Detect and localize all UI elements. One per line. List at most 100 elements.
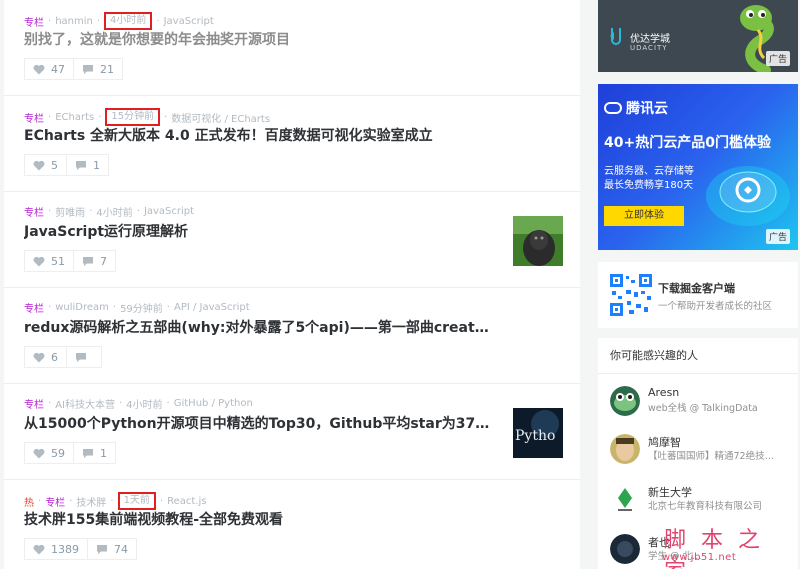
entry-tags[interactable]: React.js	[167, 496, 206, 507]
comment-button[interactable]: 1	[66, 154, 109, 176]
comment-count: 21	[100, 62, 114, 76]
cloud-headline: 40+热门云产品0门槛体验	[604, 135, 771, 151]
user-desc: 【吐蕃国国师】精通72绝技…	[648, 451, 775, 462]
entry-tags[interactable]: GitHub / Python	[174, 398, 253, 409]
like-count: 6	[51, 350, 58, 364]
entry-meta: 专栏 · ECharts · 15分钟前 · 数据可视化 / ECharts	[24, 108, 270, 126]
entry-title[interactable]: 技术胖155集前端视频教程-全部免费观看	[24, 510, 494, 530]
comment-button[interactable]	[66, 346, 102, 368]
cloud-cta-button[interactable]: 立即体验	[604, 206, 684, 226]
cloud-logo-icon	[604, 102, 622, 114]
post-time: 1天前	[117, 492, 156, 510]
like-icon	[33, 64, 45, 74]
like-icon	[33, 448, 45, 458]
user-desc: web全栈 @ TalkingData	[648, 403, 758, 414]
entry-actions: 1389 74	[24, 538, 137, 560]
avatar-aresn[interactable]	[610, 386, 640, 416]
like-icon	[33, 256, 45, 266]
like-button[interactable]: 51	[24, 250, 74, 272]
comment-icon	[83, 64, 93, 74]
column-tag[interactable]: 专栏	[24, 300, 44, 315]
user-name[interactable]: Aresn	[648, 386, 679, 399]
udacity-brand-en: UDACITY	[630, 44, 668, 52]
feed-entry[interactable]: 专栏 · wuliDream · 59分钟前 · API / JavaScript redux…	[4, 288, 580, 384]
recommended-user[interactable]: 新生大学 北京七年教育科技有限公司	[610, 484, 790, 518]
comment-count: 74	[114, 542, 128, 556]
entry-meta: 专栏 · 剪唯雨 · 4小时前 · JavaScript	[24, 204, 195, 219]
like-count: 59	[51, 446, 65, 460]
comment-button[interactable]: 21	[73, 58, 123, 80]
recommended-heading: 你可能感兴趣的人	[598, 338, 798, 374]
feed-entry[interactable]: 专栏 · ECharts · 15分钟前 · 数据可视化 / ECharts ECharts …	[4, 96, 580, 192]
cloud-brand: 腾讯云	[626, 101, 668, 117]
entry-actions: 51 7	[24, 250, 116, 272]
feed-entry[interactable]: 专栏 · AI科技大本营 · 4小时前 · GitHub / Python 从15000个Py…	[4, 384, 580, 480]
column-tag[interactable]: 专栏	[24, 204, 44, 219]
post-time: 4小时前	[96, 208, 133, 219]
recommended-user[interactable]: 鸠摩智 【吐蕃国国师】精通72绝技…	[610, 434, 790, 468]
comment-icon	[83, 256, 93, 266]
column-tag[interactable]: 专栏	[24, 110, 44, 125]
post-time: 15分钟前	[105, 108, 161, 126]
entry-title[interactable]: JavaScript运行原理解析	[24, 222, 494, 242]
column-tag[interactable]: 专栏	[45, 494, 65, 509]
author-name[interactable]: 技术胖	[76, 494, 106, 509]
entry-tags[interactable]: API / JavaScript	[174, 302, 250, 313]
author-name[interactable]: 剪唯雨	[55, 204, 85, 219]
avatar-zheye[interactable]	[610, 534, 640, 564]
download-app-card[interactable]: 下载掘金客户端 一个帮助开发者成长的社区	[598, 262, 798, 328]
comment-button[interactable]: 7	[73, 250, 116, 272]
entry-meta: 热 · 专栏 · 技术胖 · 1天前 · React.js	[24, 492, 207, 510]
cloud-line2: 最长免费畅享180天	[604, 180, 694, 191]
ad-badge: 广告	[765, 51, 790, 66]
entry-actions: 59 1	[24, 442, 116, 464]
entry-actions: 6	[24, 346, 102, 368]
author-name[interactable]: wuliDream	[55, 302, 109, 313]
feed-entry[interactable]: 专栏 · hanmin · 4小时前 · JavaScript 别找了，这就是你想要的年会抽奖…	[4, 0, 580, 96]
python-thumbnail: Pytho	[513, 408, 563, 458]
like-button[interactable]: 59	[24, 442, 74, 464]
column-tag[interactable]: 专栏	[24, 14, 44, 29]
entry-meta: 专栏 · wuliDream · 59分钟前 · API / JavaScript	[24, 300, 250, 315]
entry-thumbnail[interactable]: Pytho	[513, 408, 563, 458]
user-desc: 北京七年教育科技有限公司	[648, 501, 763, 512]
like-button[interactable]: 5	[24, 154, 67, 176]
entry-title[interactable]: 别找了，这就是你想要的年会抽奖开源项目	[24, 30, 494, 50]
column-tag[interactable]: 专栏	[24, 396, 44, 411]
tencent-cloud-ad[interactable]: 腾讯云 40+热门云产品0门槛体验 云服务器、云存储等 最长免费畅享180天 立…	[598, 84, 798, 250]
entry-title[interactable]: redux源码解析之五部曲(why:对外暴露了5个api)——第一部曲creat…	[24, 318, 494, 338]
avatar-xinsheng[interactable]	[610, 484, 640, 514]
comment-button[interactable]: 74	[87, 538, 137, 560]
like-icon	[33, 544, 45, 554]
like-count: 47	[51, 62, 65, 76]
post-time: 59分钟前	[120, 304, 163, 315]
udacity-ad[interactable]: 优达学城 UDACITY 广告	[598, 0, 798, 72]
like-button[interactable]: 6	[24, 346, 67, 368]
feed-entry[interactable]: 专栏 · 剪唯雨 · 4小时前 · JavaScript JavaScript运行原理解析 51…	[4, 192, 580, 288]
like-count: 51	[51, 254, 65, 268]
entry-actions: 47 21	[24, 58, 123, 80]
entry-thumbnail[interactable]	[513, 216, 563, 266]
entry-tags[interactable]: JavaScript	[164, 16, 214, 27]
entry-title[interactable]: ECharts 全新大版本 4.0 正式发布！百度数据可视化实验室成立	[24, 126, 494, 146]
comment-button[interactable]: 1	[73, 442, 116, 464]
author-name[interactable]: AI科技大本营	[55, 396, 115, 411]
like-count: 5	[51, 158, 58, 172]
author-name[interactable]: hanmin	[55, 16, 93, 27]
like-icon	[33, 352, 45, 362]
avatar-jiumozhi[interactable]	[610, 434, 640, 464]
hot-badge: 热	[24, 497, 34, 509]
entry-tags[interactable]: JavaScript	[144, 206, 194, 217]
entry-title[interactable]: 从15000个Python开源项目中精选的Top30，Github平均star为…	[24, 414, 494, 434]
like-button[interactable]: 1389	[24, 538, 88, 560]
feed-entry[interactable]: 热 · 专栏 · 技术胖 · 1天前 · React.js 技术胖155集前端视频教程-全部免费观…	[4, 480, 580, 569]
comment-count: 7	[100, 254, 107, 268]
author-name[interactable]: ECharts	[55, 112, 94, 123]
recommended-user[interactable]: Aresn web全栈 @ TalkingData	[610, 386, 790, 420]
like-button[interactable]: 47	[24, 58, 74, 80]
like-count: 1389	[51, 542, 79, 556]
entry-meta: 专栏 · hanmin · 4小时前 · JavaScript	[24, 12, 214, 30]
qr-code-icon	[610, 274, 652, 316]
svg-text:Pytho: Pytho	[515, 428, 555, 444]
entry-tags[interactable]: 数据可视化 / ECharts	[171, 110, 270, 125]
